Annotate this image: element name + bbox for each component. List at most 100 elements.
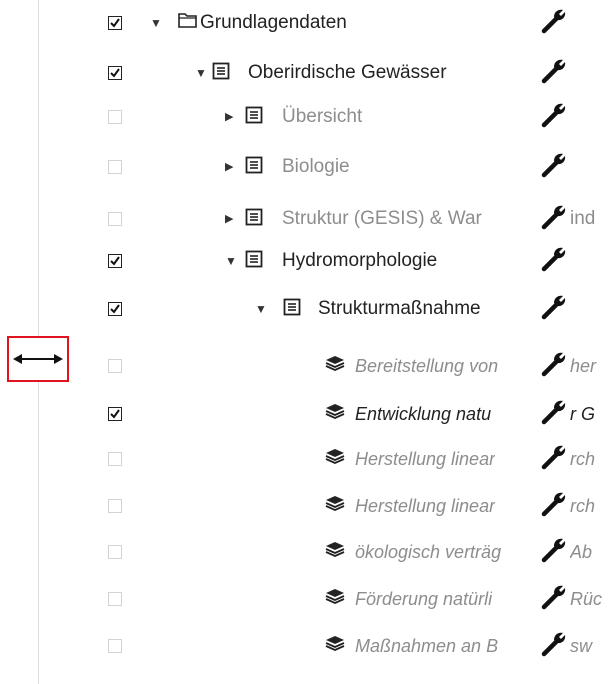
checkbox-checked[interactable] <box>108 407 122 421</box>
layer-settings-button[interactable] <box>540 57 568 90</box>
document-list-icon <box>245 250 263 268</box>
checkbox-checked[interactable] <box>108 254 122 268</box>
node-type-icon <box>178 12 198 33</box>
wrench-icon <box>541 247 566 272</box>
node-type-icon <box>212 62 230 85</box>
node-type-icon <box>245 156 263 179</box>
tree-node-label[interactable]: Struktur (GESIS) & War <box>282 206 482 232</box>
clipped-label-text: ind <box>570 208 596 229</box>
tree-node-label[interactable]: Oberirdische Gewässer <box>248 60 447 86</box>
tree-row: ▼ Grundlagendaten <box>0 0 610 46</box>
document-list-icon <box>283 298 301 316</box>
layer-settings-button[interactable] <box>540 583 568 616</box>
tree-row: Förderung natürli Rüc <box>0 576 610 622</box>
wrench-icon <box>541 103 566 128</box>
layers-icon <box>325 404 345 419</box>
tree-node-label[interactable]: Strukturmaßnahme <box>318 296 481 322</box>
tree-node-label[interactable]: Entwicklung natu <box>355 401 491 427</box>
tree-node-label[interactable]: Herstellung linear <box>355 493 495 519</box>
node-type-icon <box>325 403 345 424</box>
node-type-icon <box>283 298 301 321</box>
node-type-icon <box>325 588 345 609</box>
tree-row: Herstellung linear rch <box>0 483 610 529</box>
clipped-label-text: Ab <box>570 542 593 562</box>
tree-row: Bereitstellung von her <box>0 343 610 389</box>
tree-row: ▼ Hydromorphologie <box>0 238 610 284</box>
layer-settings-button[interactable] <box>540 293 568 326</box>
checkbox-unchecked[interactable] <box>108 592 122 606</box>
layer-settings-button[interactable] <box>540 7 568 40</box>
layer-settings-button[interactable] <box>540 443 568 476</box>
layers-icon <box>325 589 345 604</box>
wrench-icon <box>541 632 566 657</box>
tree-node-label[interactable]: Grundlagendaten <box>200 10 347 36</box>
layer-settings-button[interactable] <box>540 245 568 278</box>
wrench-icon <box>541 400 566 425</box>
tree-row: Entwicklung natu r G <box>0 391 610 437</box>
checkbox-checked[interactable] <box>108 16 122 30</box>
folder-icon <box>178 13 197 28</box>
layers-icon <box>325 356 345 371</box>
checkbox-unchecked[interactable] <box>108 639 122 653</box>
checkbox-unchecked[interactable] <box>108 160 122 174</box>
tree-node-label[interactable]: Hydromorphologie <box>282 248 437 274</box>
wrench-icon <box>541 153 566 178</box>
layer-settings-button[interactable] <box>540 151 568 184</box>
expanded-caret-icon[interactable]: ▼ <box>255 298 267 320</box>
clipped-label-text: rch <box>570 449 596 469</box>
wrench-icon <box>541 352 566 377</box>
expanded-caret-icon[interactable]: ▼ <box>150 12 162 34</box>
tree-node-label[interactable]: Biologie <box>282 154 350 180</box>
node-type-icon <box>245 106 263 129</box>
layer-settings-button[interactable] <box>540 536 568 569</box>
tree-row: ▶ Übersicht <box>0 94 610 140</box>
document-list-icon <box>245 156 263 174</box>
clipped-label-text: her <box>570 356 597 376</box>
document-list-icon <box>245 106 263 124</box>
wrench-icon <box>541 9 566 34</box>
layer-settings-button[interactable] <box>540 350 568 383</box>
document-list-icon <box>245 208 263 226</box>
tree-node-label[interactable]: ökologisch verträg <box>355 539 501 565</box>
layers-icon <box>325 542 345 557</box>
clipped-label-text: r G <box>570 404 595 424</box>
collapsed-caret-icon[interactable]: ▶ <box>225 208 233 230</box>
checkbox-checked[interactable] <box>108 302 122 316</box>
tree-node-label[interactable]: Bereitstellung von <box>355 353 498 379</box>
checkbox-unchecked[interactable] <box>108 499 122 513</box>
clipped-label-text: Rüc <box>570 589 603 609</box>
node-type-icon <box>325 448 345 469</box>
layers-icon <box>325 636 345 651</box>
layer-settings-button[interactable] <box>540 490 568 523</box>
tree-node-label[interactable]: Herstellung linear <box>355 446 495 472</box>
collapsed-caret-icon[interactable]: ▶ <box>225 106 233 128</box>
expanded-caret-icon[interactable]: ▼ <box>225 250 237 272</box>
tree-node-label[interactable]: Förderung natürli <box>355 586 492 612</box>
checkbox-unchecked[interactable] <box>108 545 122 559</box>
checkbox-unchecked[interactable] <box>108 359 122 373</box>
clipped-label-text: rch <box>570 496 596 516</box>
wrench-icon <box>541 205 566 230</box>
layers-icon <box>325 496 345 511</box>
tree-node-label[interactable]: Übersicht <box>282 104 362 130</box>
layer-settings-button[interactable] <box>540 398 568 431</box>
checkbox-unchecked[interactable] <box>108 110 122 124</box>
tree-row: Maßnahmen an B sw <box>0 623 610 669</box>
tree-row: ökologisch verträg Ab <box>0 529 610 575</box>
wrench-icon <box>541 295 566 320</box>
layer-settings-button[interactable] <box>540 630 568 663</box>
checkbox-unchecked[interactable] <box>108 212 122 226</box>
tree-node-label[interactable]: Maßnahmen an B <box>355 633 498 659</box>
collapsed-caret-icon[interactable]: ▶ <box>225 156 233 178</box>
tree-row: ▶ Struktur (GESIS) & War ind <box>0 196 610 242</box>
tree-row: Herstellung linear rch <box>0 436 610 482</box>
layer-settings-button[interactable] <box>540 203 568 236</box>
tree-row: ▼ Oberirdische Gewässer <box>0 50 610 96</box>
clipped-label-text: sw <box>570 636 592 656</box>
checkbox-checked[interactable] <box>108 66 122 80</box>
layer-settings-button[interactable] <box>540 101 568 134</box>
tree-row: ▼ Strukturmaßnahme <box>0 286 610 332</box>
wrench-icon <box>541 585 566 610</box>
checkbox-unchecked[interactable] <box>108 452 122 466</box>
expanded-caret-icon[interactable]: ▼ <box>195 62 207 84</box>
